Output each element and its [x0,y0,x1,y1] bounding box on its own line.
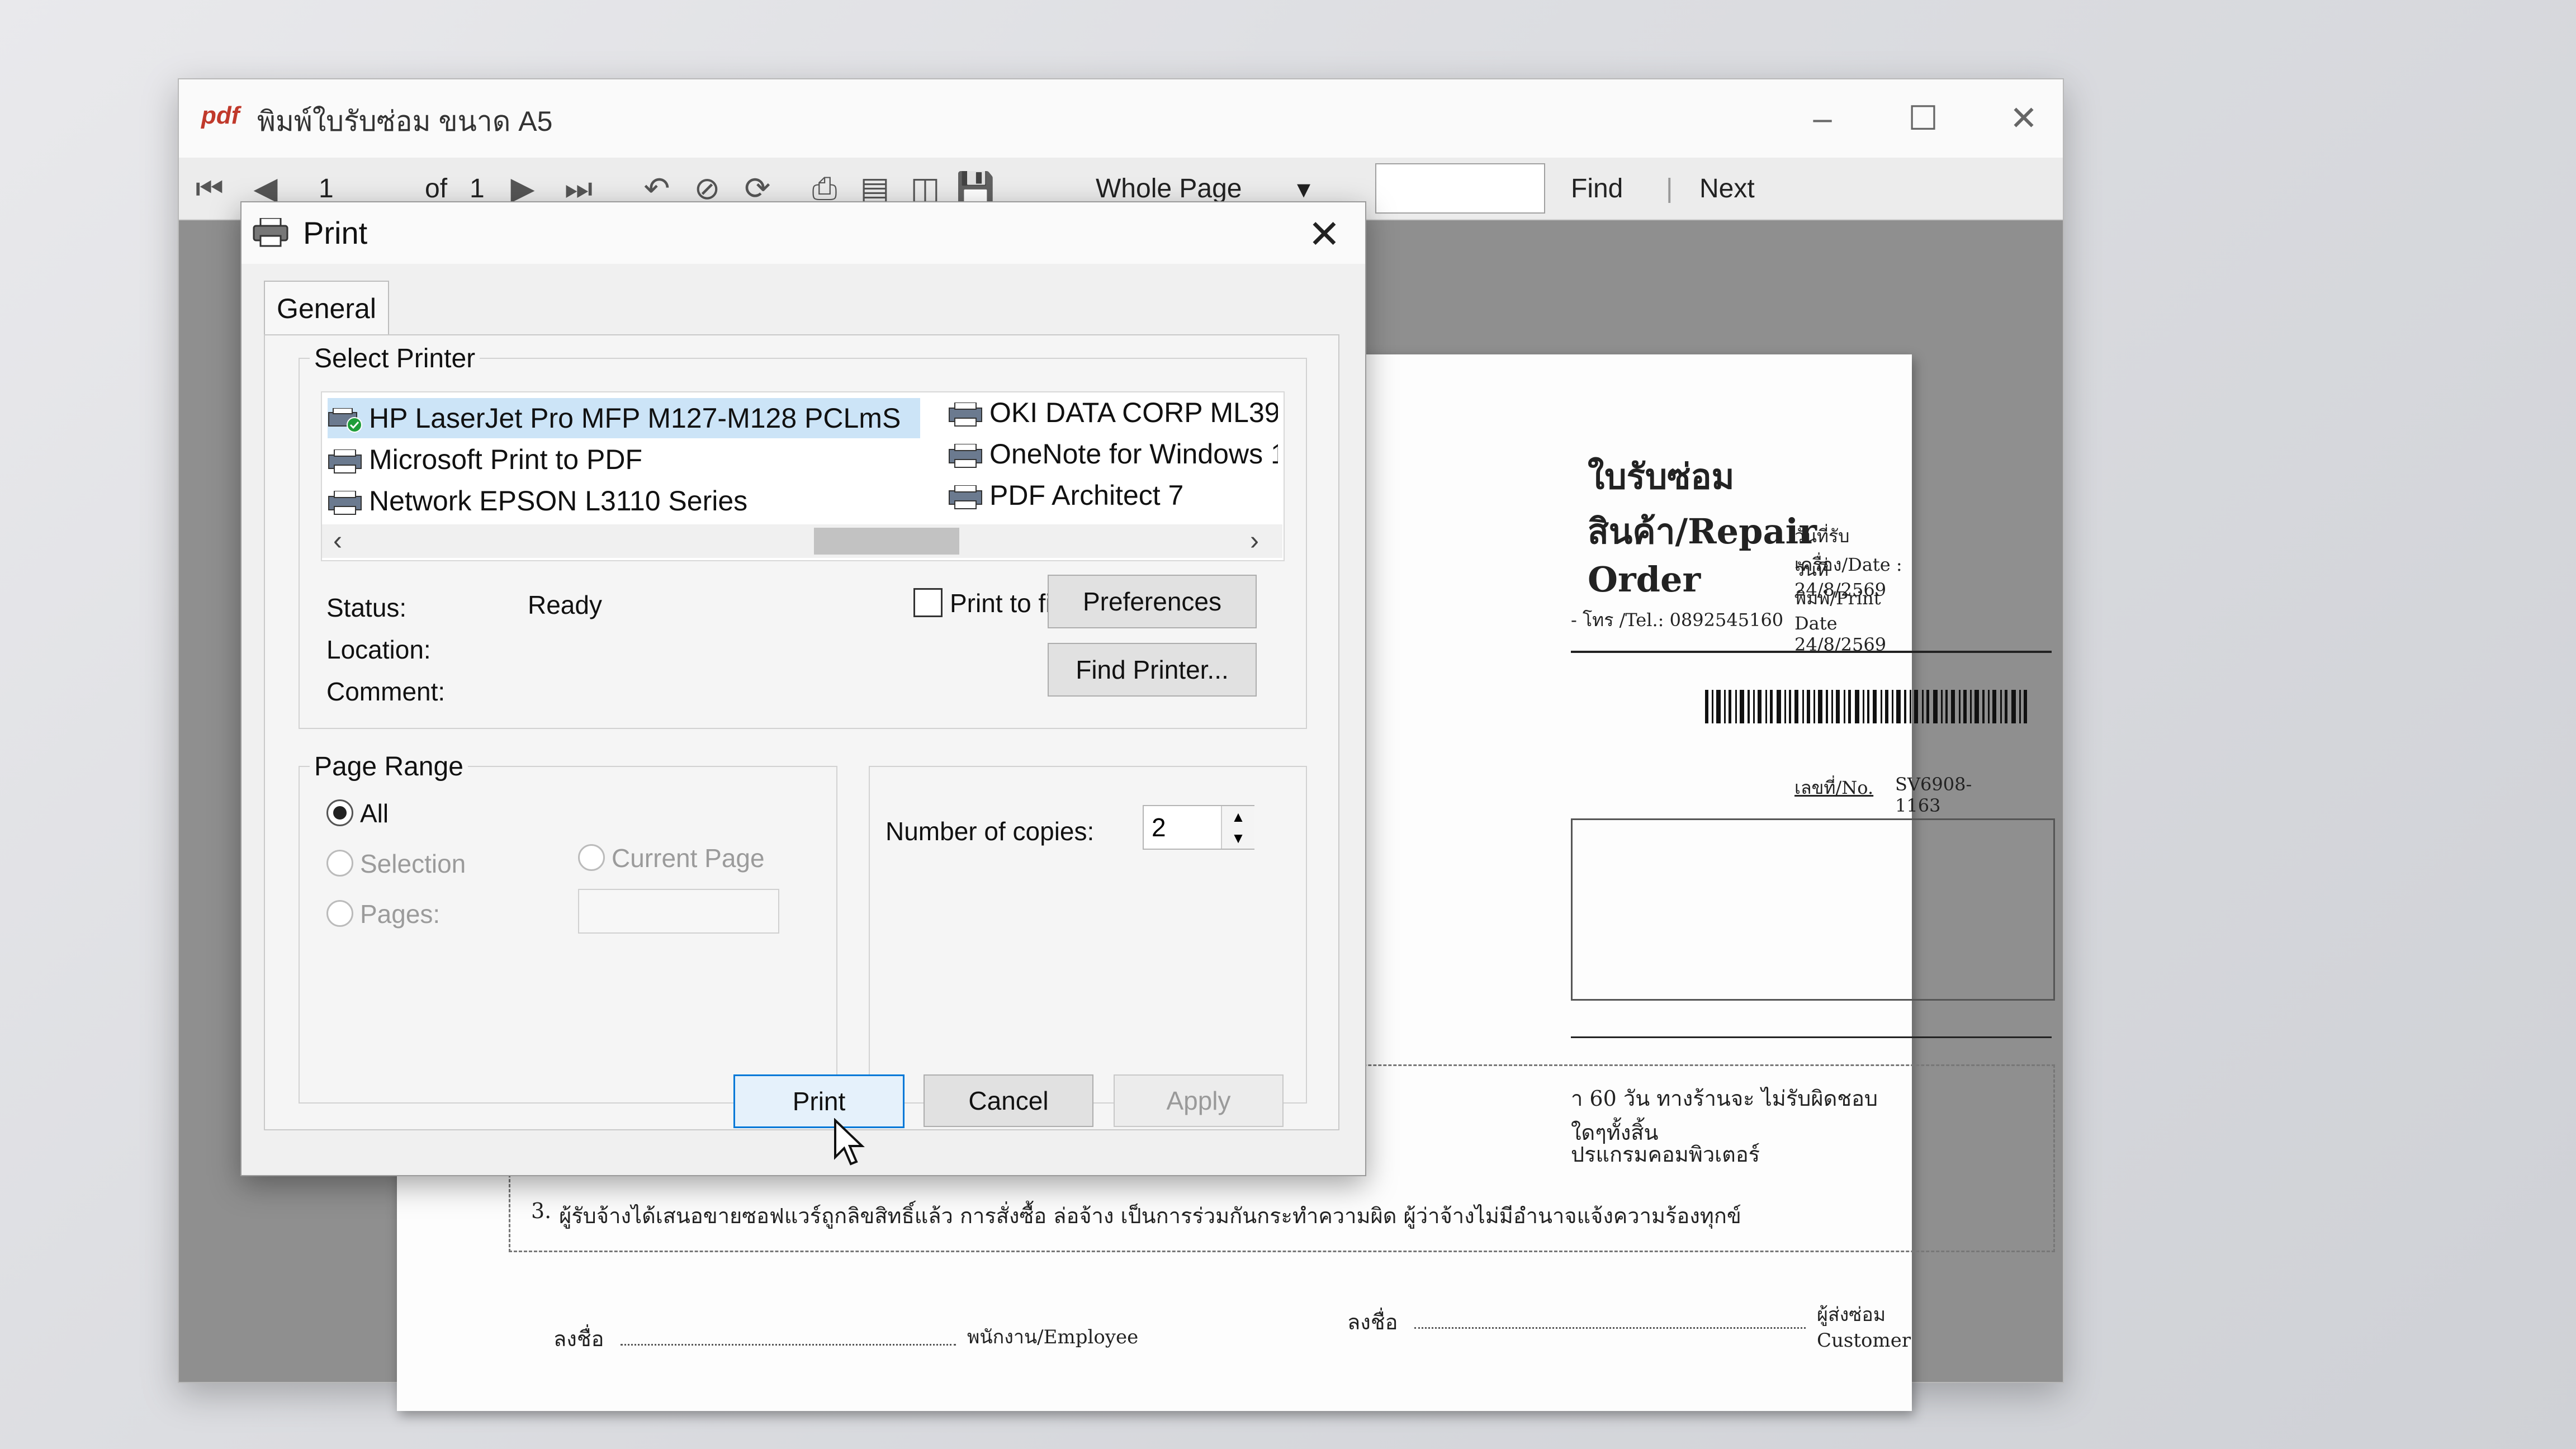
doc-no-value: SV6908-1163 [1895,774,1972,816]
print-button[interactable]: Print [733,1074,905,1128]
terms-line-3: ผู้รับจ้างได้เสนอขายซอฟแวร์ถูกลิขสิทธิ์แ… [559,1204,1741,1228]
viewer-title-bar: pdf พิมพ์ใบรับซ่อม ขนาด A5 – ☐ ✕ [179,79,2063,158]
print-to-file-checkbox[interactable] [913,588,943,617]
viewer-app-logo: pdf [201,102,240,129]
sign-label-employee: ลงชื่อ [553,1327,604,1351]
of-label: of [425,174,448,203]
range-current-page-label: Current Page [612,844,765,873]
printer-list-item[interactable]: Microsoft Print to PDF [328,439,920,480]
range-selection-radio[interactable] [326,850,353,877]
status-label: Status: [326,593,407,622]
stepper-up-icon[interactable]: ▲ [1222,806,1254,827]
divider [1571,651,2052,653]
stepper-down-icon[interactable]: ▼ [1222,827,1254,849]
maximize-icon[interactable]: ☐ [1890,91,1957,146]
range-selection-label: Selection [360,849,466,878]
employee-label: พนักงาน/Employee [967,1326,1139,1348]
radio-selected-dot [333,806,347,820]
cancel-button[interactable]: Cancel [924,1074,1093,1127]
chevron-down-icon[interactable]: ▾ [1297,173,1310,205]
range-all-label: All [360,799,389,828]
general-tab-panel: Select Printer HP LaserJet Pro MFP M127-… [264,334,1339,1130]
details-box [1571,818,2055,1001]
printer-icon [253,218,288,247]
zoom-select[interactable]: Whole Page [1096,173,1242,204]
printer-default-icon [328,408,362,433]
barcode-image [1705,690,2027,723]
apply-button[interactable]: Apply [1114,1074,1284,1127]
dialog-title: Print [303,215,368,250]
copies-stepper[interactable]: ▲ ▼ [1221,806,1254,849]
mouse-cursor-icon [834,1118,865,1166]
range-all-radio[interactable] [326,799,353,826]
doc-no-label: เลขที่/No. [1794,777,1874,798]
dialog-title-bar: Print ✕ [242,202,1365,264]
scroll-right-icon[interactable]: › [1250,524,1278,558]
viewer-title: พิมพ์ใบรับซ่อม ขนาด A5 [257,106,553,137]
horizontal-scrollbar[interactable]: ‹ › [322,524,1282,558]
printer-list-item[interactable]: Network EPSON L3110 Series [328,481,920,521]
printer-list[interactable]: HP LaserJet Pro MFP M127-M128 PCLmS Micr… [321,391,1285,561]
close-icon[interactable]: ✕ [1299,209,1349,259]
range-pages-label: Pages: [360,899,441,929]
customer-label: ผู้ส่งซ่อม Customer [1817,1304,1911,1352]
toolbar-separator: | [1666,174,1673,203]
tab-general[interactable]: General [264,281,389,335]
scroll-left-icon[interactable]: ‹ [333,524,361,558]
signature-line [621,1344,956,1346]
terms-line-2: ปรแกรมคอมพิวเตอร์ [1571,1142,1760,1167]
next-button[interactable]: Next [1699,173,1755,204]
sign-label-customer: ลงชื่อ [1347,1310,1398,1334]
close-icon[interactable]: ✕ [1990,91,2057,146]
status-value: Ready [528,590,602,619]
network-printer-icon [328,490,362,515]
scrollbar-thumb[interactable] [814,528,959,555]
printer-icon [949,402,982,427]
page-range-label: Page Range [310,751,468,782]
printer-list-item[interactable]: OKI DATA CORP ML391TI [948,392,1278,433]
range-pages-radio[interactable] [326,900,353,927]
page-number[interactable]: 1 [319,173,334,204]
printer-icon [328,449,362,473]
total-pages: 1 [470,174,485,203]
pages-input[interactable] [578,889,779,934]
printer-icon [949,443,982,468]
terms-number-3: 3. [531,1199,552,1223]
printer-list-item[interactable]: HP LaserJet Pro MFP M127-M128 PCLmS [328,398,920,438]
find-button[interactable]: Find [1571,173,1623,204]
location-label: Location: [326,635,431,664]
first-page-icon[interactable]: ⏮ [190,169,229,208]
tel-number: - โทร /Tel.: 0892545160 [1571,609,1784,631]
divider [1571,1036,2052,1038]
find-printer-button[interactable]: Find Printer... [1048,643,1257,697]
signature-line [1414,1327,1806,1329]
copies-label: Number of copies: [886,817,1095,846]
print-date: วันที่พิมพ์/Print Date 24/8/2569 [1794,559,1887,655]
printer-icon [949,485,982,509]
printer-list-item[interactable]: OneNote for Windows 1( [948,434,1278,474]
preferences-button[interactable]: Preferences [1048,575,1257,628]
range-current-page-radio[interactable] [578,844,605,871]
print-dialog: Print ✕ General Select Printer HP LaserJ… [240,201,1366,1176]
select-printer-label: Select Printer [310,343,480,374]
comment-label: Comment: [326,677,446,706]
printer-list-item[interactable]: PDF Architect 7 [948,475,1278,515]
minimize-icon[interactable]: – [1789,91,1856,146]
find-input[interactable] [1375,163,1545,214]
